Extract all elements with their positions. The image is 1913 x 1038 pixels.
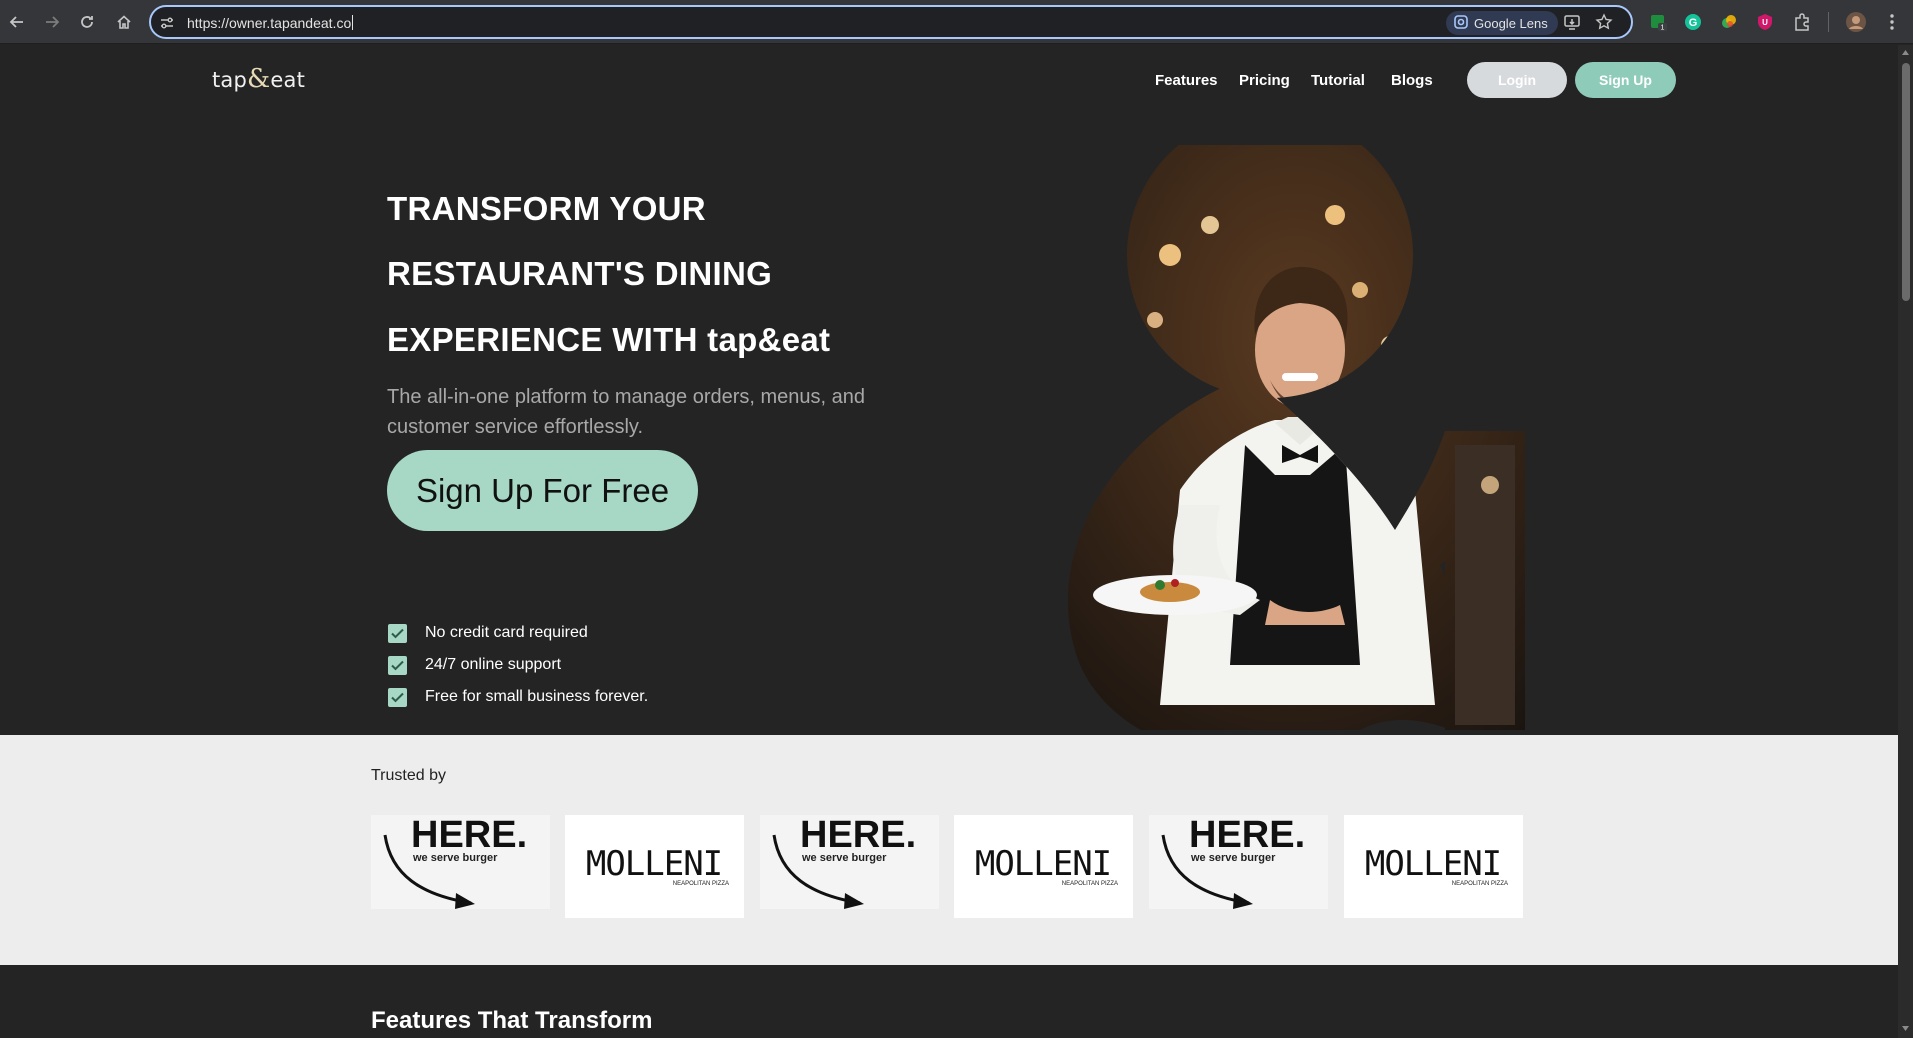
- menu-icon[interactable]: [1880, 10, 1904, 34]
- partner-logo-molleni: MOLLENI NEAPOLITAN PIZZA: [1344, 815, 1523, 918]
- toolbar-divider: [1828, 12, 1829, 32]
- nav-tutorial[interactable]: Tutorial: [1311, 72, 1365, 89]
- partner-logo-molleni: MOLLENI NEAPOLITAN PIZZA: [565, 815, 744, 918]
- site-logo[interactable]: tap&eat: [212, 64, 305, 94]
- logo-ampersand: &: [247, 64, 271, 94]
- svg-text:G: G: [1689, 17, 1698, 29]
- home-icon[interactable]: [110, 8, 138, 36]
- here-tagline: we serve burger: [1190, 852, 1276, 864]
- scroll-down-icon: [1902, 1026, 1909, 1031]
- benefit-item: No credit card required: [388, 622, 588, 644]
- page-scrollbar[interactable]: [1898, 45, 1913, 1038]
- molleni-tagline: NEAPOLITAN PIZZA: [1452, 881, 1508, 887]
- nav-pricing[interactable]: Pricing: [1239, 72, 1290, 89]
- hero-subtitle: The all-in-one platform to manage orders…: [387, 386, 866, 438]
- svg-text:U: U: [1762, 18, 1768, 27]
- extension-icon[interactable]: [1790, 10, 1814, 34]
- color-extension-icon[interactable]: [1717, 10, 1741, 34]
- logo-text-tap: tap: [212, 68, 248, 92]
- signup-button[interactable]: Sign Up: [1575, 62, 1676, 98]
- trusted-by-section: Trusted by HERE. we serve burger MOLLENI…: [0, 735, 1898, 965]
- webpage: tap&eat Features Pricing Tutorial Blogs …: [0, 45, 1898, 1038]
- lens-label: Google Lens: [1474, 15, 1548, 31]
- here-wordmark: HERE.: [800, 815, 916, 856]
- browser-toolbar: https://owner.tapandeat.co Google Lens 1…: [0, 0, 1913, 44]
- here-wordmark: HERE.: [411, 815, 527, 856]
- reload-icon[interactable]: [73, 8, 101, 36]
- molleni-tagline: NEAPOLITAN PIZZA: [673, 881, 729, 887]
- login-button[interactable]: Login: [1467, 62, 1567, 98]
- benefit-text: Free for small business forever.: [425, 688, 649, 705]
- google-lens-button[interactable]: Google Lens: [1446, 11, 1558, 35]
- benefit-item: 24/7 online support: [388, 654, 561, 676]
- grammarly-icon[interactable]: G: [1681, 10, 1705, 34]
- forward-icon[interactable]: [38, 8, 66, 36]
- hero-title-line-1: TRANSFORM YOUR: [387, 190, 706, 227]
- star-icon[interactable]: [1595, 13, 1613, 36]
- scrollbar-thumb[interactable]: [1902, 63, 1910, 301]
- here-tagline: we serve burger: [801, 852, 887, 864]
- molleni-tagline: NEAPOLITAN PIZZA: [1062, 881, 1118, 887]
- logo-text-eat: eat: [270, 68, 306, 92]
- features-heading: Features That Transform: [371, 1007, 653, 1034]
- checkmark-icon: [388, 687, 407, 707]
- checkmark-icon: [388, 623, 407, 643]
- molleni-wordmark: MOLLENI: [975, 844, 1111, 884]
- lens-icon: [1454, 14, 1468, 32]
- molleni-wordmark: MOLLENI: [586, 844, 722, 884]
- signup-free-button[interactable]: Sign Up For Free: [387, 450, 698, 531]
- benefit-item: Free for small business forever.: [388, 686, 648, 708]
- scroll-up-icon: [1902, 50, 1909, 55]
- nav-features[interactable]: Features: [1155, 72, 1218, 89]
- hero-title-line-3: EXPERIENCE WITH tap&eat: [387, 321, 831, 358]
- svg-text:1: 1: [1661, 25, 1665, 32]
- site-settings-icon[interactable]: [159, 15, 175, 36]
- url-text[interactable]: https://owner.tapandeat.co: [187, 15, 353, 31]
- address-bar[interactable]: https://owner.tapandeat.co Google Lens: [149, 5, 1633, 39]
- checkmark-icon: [388, 655, 407, 675]
- hero-title-line-2: RESTAURANT'S DINING: [387, 255, 773, 292]
- shield-extension-icon[interactable]: U: [1753, 10, 1777, 34]
- molleni-wordmark: MOLLENI: [1365, 844, 1501, 884]
- hero-waiter-image: [1067, 145, 1525, 730]
- install-icon[interactable]: [1563, 13, 1581, 36]
- here-wordmark: HERE.: [1189, 815, 1305, 856]
- here-tagline: we serve burger: [412, 852, 498, 864]
- extension-badge-icon[interactable]: 1: [1646, 10, 1670, 34]
- benefit-text: 24/7 online support: [425, 656, 562, 673]
- nav-blogs[interactable]: Blogs: [1391, 72, 1433, 89]
- back-icon[interactable]: [3, 8, 31, 36]
- partner-logo-here: HERE. we serve burger: [371, 814, 550, 909]
- partner-logo-molleni: MOLLENI NEAPOLITAN PIZZA: [954, 815, 1133, 918]
- partner-logo-here: HERE. we serve burger: [760, 814, 939, 909]
- trusted-by-label: Trusted by: [371, 767, 446, 784]
- profile-avatar[interactable]: [1844, 10, 1868, 34]
- benefit-text: No credit card required: [425, 624, 588, 641]
- partner-logo-here: HERE. we serve burger: [1149, 814, 1328, 909]
